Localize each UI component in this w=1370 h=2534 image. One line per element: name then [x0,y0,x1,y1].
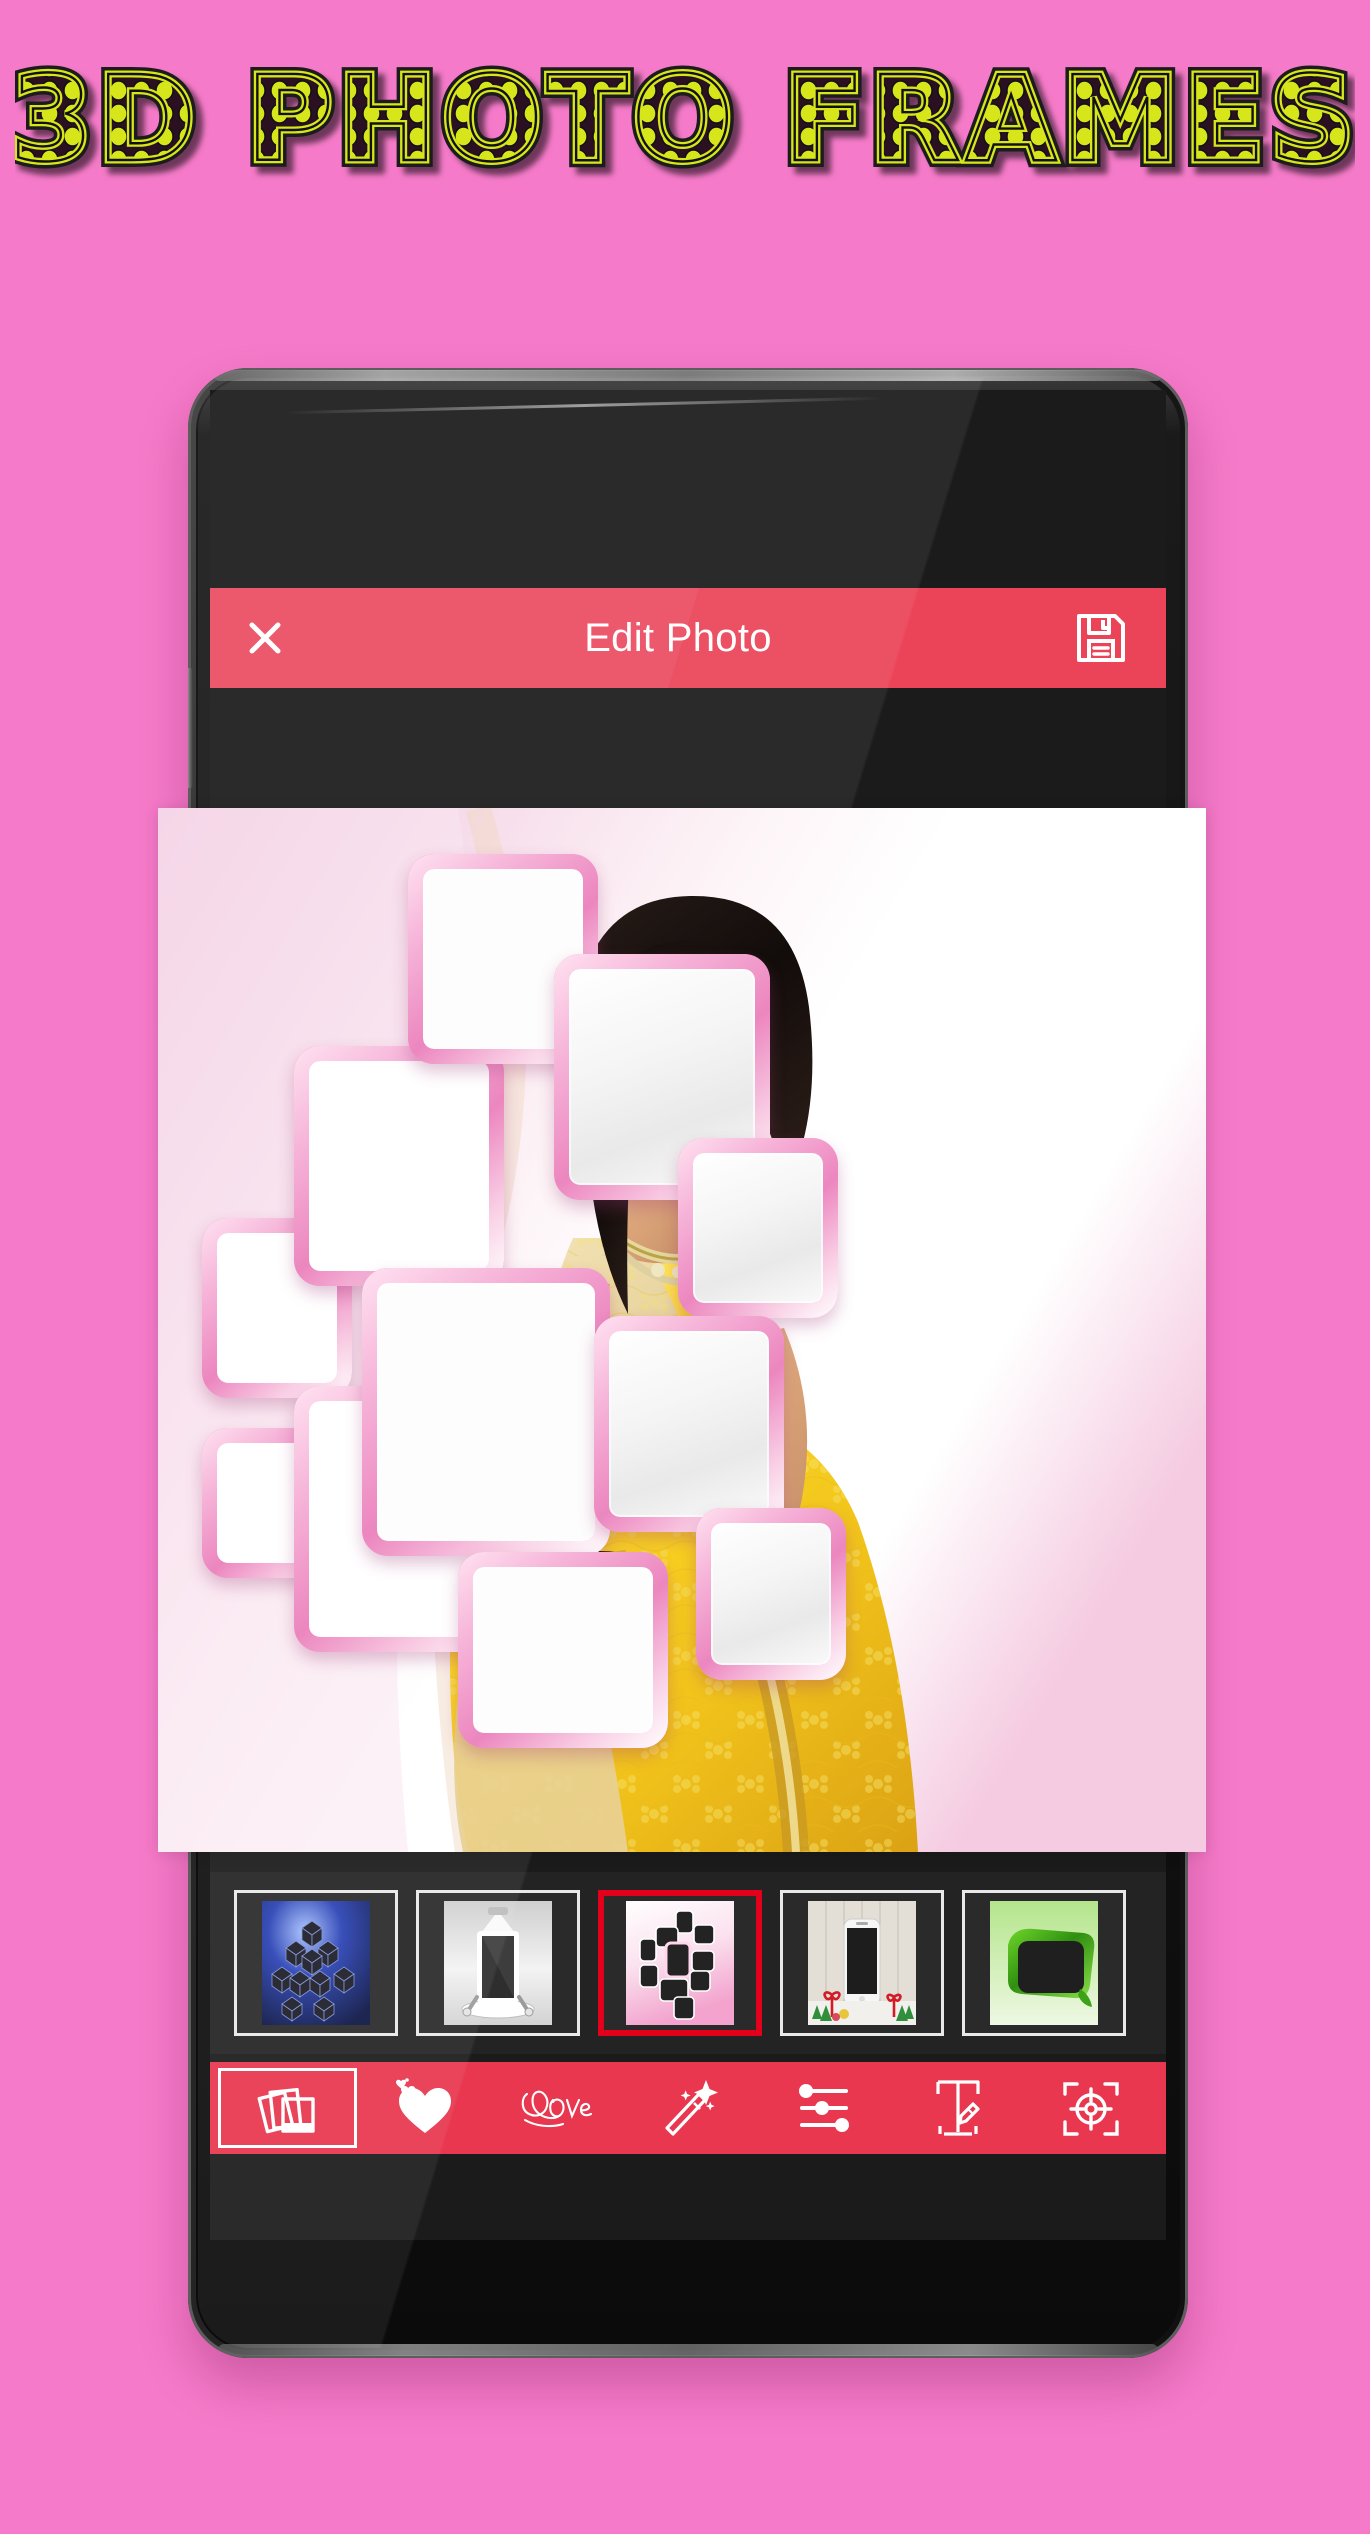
phone-top-rail [214,370,1162,381]
collage-frame-11[interactable] [696,1508,846,1680]
frame-thumbnail-blue-cubes[interactable] [234,1890,398,2036]
editor-toolbar[interactable] [210,2062,1166,2154]
sliders-icon [799,2084,850,2132]
collage-frame-10[interactable] [458,1552,668,1748]
save-button[interactable] [1036,609,1166,667]
frame-green-ribbon-preview [990,1901,1098,2025]
photos-stack-icon [257,2087,315,2134]
tool-love-text-button[interactable] [491,2068,624,2148]
frame-grey-stage-preview [444,1901,552,2025]
love-script-icon [521,2090,592,2128]
hearts-icon [396,2078,452,2133]
tool-adjust-button[interactable] [758,2068,891,2148]
tool-crop-button[interactable] [1025,2068,1158,2148]
page-title: Edit Photo [584,615,772,660]
collage-frame-5[interactable] [678,1138,838,1318]
close-icon [249,622,281,654]
accessible-title: 3D PHOTO FRAMES [0,0,1,1]
magic-wand-icon [665,2080,718,2136]
frame-blue-cubes-preview [262,1901,370,2025]
collage-frame-8[interactable] [362,1268,610,1556]
frame-thumbnail-pink-collage[interactable] [598,1890,762,2036]
tool-effects-button[interactable] [624,2068,757,2148]
frame-overlay-layer [158,808,1206,1852]
save-floppy-icon [1077,614,1125,662]
page-title-banner: 3D PHOTO FRAMES 3D PHOTO FRAMES 3D PHOTO… [0,56,1370,196]
phone-side-button-left [188,668,193,788]
collage-frame-9[interactable] [594,1316,784,1532]
tool-text-button[interactable] [891,2068,1024,2148]
focus-target-icon [1063,2082,1119,2136]
app-topbar: Edit Photo [210,588,1166,688]
phone-bottom-rail [218,2344,1158,2356]
frame-thumbnail-strip[interactable] [210,1872,1166,2054]
frame-pink-collage-preview [626,1901,734,2025]
tool-stickers-button[interactable] [357,2068,490,2148]
photo-edit-canvas[interactable] [158,808,1206,1852]
frame-thumbnail-xmas-wood[interactable] [780,1890,944,2036]
collage-frame-2[interactable] [294,1046,504,1286]
frame-xmas-wood-preview [808,1901,916,2025]
text-pen-icon [936,2080,980,2136]
frame-thumbnail-grey-stage[interactable] [416,1890,580,2036]
frame-thumbnail-green-ribbon[interactable] [962,1890,1126,2036]
close-button[interactable] [210,615,320,661]
tool-frames-button[interactable] [218,2068,358,2148]
title-text-inkline: 3D PHOTO FRAMES [15,56,1355,188]
title-marquee-svg: 3D PHOTO FRAMES 3D PHOTO FRAMES 3D PHOTO… [15,56,1355,196]
